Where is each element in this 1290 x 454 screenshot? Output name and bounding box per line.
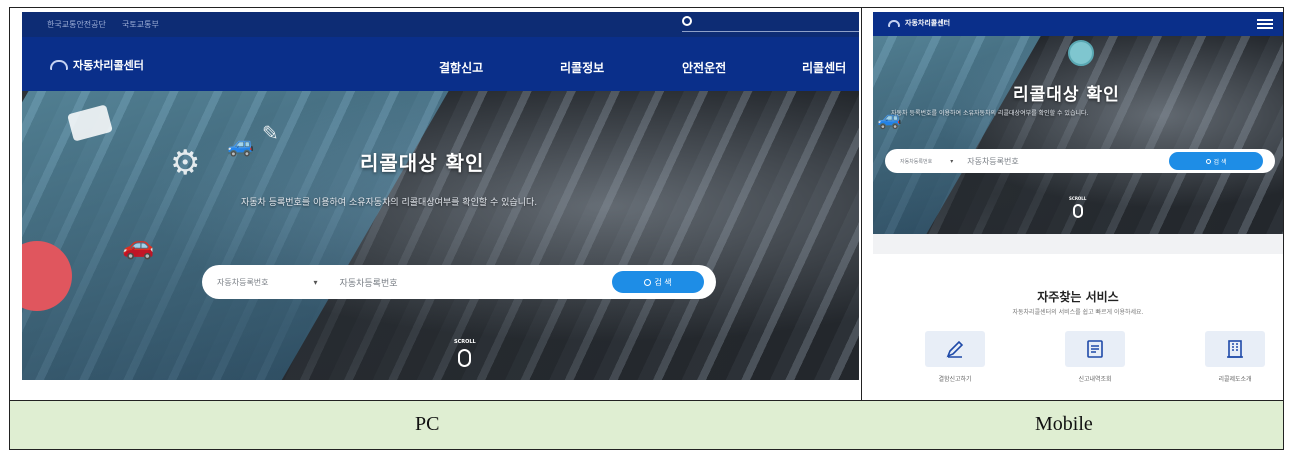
section-gap bbox=[873, 234, 1283, 254]
hamburger-menu-icon[interactable] bbox=[1257, 19, 1273, 29]
mobile-brand-name: 자동차리콜센터 bbox=[905, 19, 951, 27]
mobile-search-type-select[interactable]: 자동차등록번호 bbox=[900, 158, 932, 165]
pc-logo[interactable]: 자동차리콜센터 bbox=[50, 57, 144, 73]
pc-scroll-indicator[interactable]: SCROLL bbox=[454, 339, 476, 367]
building-icon bbox=[1227, 340, 1243, 358]
service-recall-intro-button[interactable] bbox=[1205, 331, 1265, 367]
nav-defect-report[interactable]: 결함신고 bbox=[439, 59, 483, 76]
mobile-scroll-label: SCROLL bbox=[1069, 196, 1087, 201]
top-search-input[interactable] bbox=[682, 31, 859, 32]
mobile-search-bar: 자동차등록번호 ▾ 자동차등록번호 검 색 bbox=[885, 149, 1275, 173]
recall-emblem-icon bbox=[1068, 40, 1094, 66]
mobile-logo[interactable]: 자동차리콜센터 bbox=[888, 18, 950, 28]
nav-safe-driving[interactable]: 안전운전 bbox=[682, 59, 726, 76]
service-label-recall-intro: 리콜제도소개 bbox=[1218, 376, 1252, 383]
magnifier-icon bbox=[1205, 158, 1211, 164]
pc-hero-subtitle: 자동차 등록번호를 이용하여 소유자동차의 리콜대상여부를 확인할 수 있습니다… bbox=[241, 198, 538, 208]
mouse-icon bbox=[1072, 204, 1083, 218]
caption-row: PC Mobile bbox=[10, 401, 1283, 449]
services-subtitle: 자동차리콜센터의 서비스를 쉽고 빠르게 이용하세요. bbox=[1012, 309, 1144, 316]
mobile-search-input[interactable]: 자동차등록번호 bbox=[967, 156, 1019, 167]
service-report-history-button[interactable] bbox=[1065, 331, 1125, 367]
mobile-search-button-label: 검 색 bbox=[1213, 158, 1227, 166]
mobile-caption: Mobile bbox=[1035, 413, 1093, 435]
column-divider bbox=[861, 8, 862, 400]
mouse-icon bbox=[458, 349, 472, 367]
car-logo-icon bbox=[50, 60, 68, 70]
hero-overlay bbox=[873, 36, 1047, 234]
services-title: 자주찾는 서비스 bbox=[1037, 290, 1119, 304]
chevron-down-icon: ▾ bbox=[313, 277, 318, 287]
mobile-scroll-indicator[interactable]: SCROLL bbox=[1069, 196, 1086, 218]
pc-search-button-label: 검 색 bbox=[654, 277, 672, 287]
pc-search-bar: 자동차등록번호 ▾ 자동차등록번호 검 색 bbox=[202, 265, 716, 299]
pc-brand-name: 자동차리콜센터 bbox=[73, 59, 144, 72]
service-defect-report-button[interactable] bbox=[925, 331, 985, 367]
gear-deco-icon: ⚙ bbox=[170, 143, 201, 183]
top-link-kotsa[interactable]: 한국교통안전공단 bbox=[47, 19, 106, 30]
chevron-down-icon: ▾ bbox=[950, 157, 954, 165]
car-logo-icon bbox=[888, 19, 900, 27]
pc-hero-title: 리콜대상 확인 bbox=[360, 151, 485, 175]
magnifier-icon bbox=[644, 278, 652, 286]
mobile-header: 자동차리콜센터 bbox=[873, 12, 1283, 36]
pc-main-nav: 자동차리콜센터 결함신고 리콜정보 안전운전 리콜센터 bbox=[22, 37, 859, 91]
pc-search-input[interactable]: 자동차등록번호 bbox=[340, 276, 398, 289]
nav-recall-center[interactable]: 리콜센터 bbox=[802, 59, 846, 76]
pc-hero: 🚗 ⚙ 🚙 ✎ 리콜대상 확인 자동차 등록번호를 이용하여 소유자동차의 리콜… bbox=[22, 91, 859, 380]
pc-scroll-label: SCROLL bbox=[454, 339, 476, 345]
document-icon bbox=[1087, 340, 1103, 358]
mobile-screenshot: 자동차리콜센터 🚙 리콜대상 확인 자동차 등록번호를 이용하여 소유자동차의 … bbox=[873, 12, 1283, 384]
pc-screenshot: 한국교통안전공단 국토교통부 자동차리콜센터 결함신고 리콜정보 안전운전 리콜… bbox=[22, 12, 859, 380]
mobile-hero: 🚙 리콜대상 확인 자동차 등록번호를 이용하여 소유자동차의 리콜대상여부를 … bbox=[873, 36, 1283, 234]
mobile-hero-title: 리콜대상 확인 bbox=[1013, 85, 1120, 105]
comparison-table: 한국교통안전공단 국토교통부 자동차리콜센터 결함신고 리콜정보 안전운전 리콜… bbox=[9, 7, 1284, 450]
car-deco-icon: 🚗 bbox=[122, 231, 155, 261]
service-label-report-history: 신고내역조회 bbox=[1078, 376, 1112, 383]
pc-caption: PC bbox=[415, 413, 440, 435]
nav-recall-info[interactable]: 리콜정보 bbox=[560, 59, 604, 76]
mobile-hero-subtitle: 자동차 등록번호를 이용하여 소유자동차의 리콜대상여부를 확인할 수 있습니다… bbox=[891, 110, 1089, 117]
service-label-defect-report: 결함신고하기 bbox=[938, 376, 972, 383]
mobile-search-button[interactable]: 검 색 bbox=[1169, 152, 1263, 170]
pc-utility-bar: 한국교통안전공단 국토교통부 bbox=[22, 12, 859, 37]
pc-search-type-select[interactable]: 자동차등록번호 bbox=[217, 277, 269, 288]
tag-deco-icon: ✎ bbox=[262, 121, 279, 145]
pencil-icon bbox=[946, 340, 964, 358]
top-link-molit[interactable]: 국토교통부 bbox=[122, 19, 159, 30]
car-front-deco-icon: 🚙 bbox=[227, 133, 255, 158]
search-icon[interactable] bbox=[682, 16, 692, 26]
pc-search-button[interactable]: 검 색 bbox=[612, 271, 704, 293]
